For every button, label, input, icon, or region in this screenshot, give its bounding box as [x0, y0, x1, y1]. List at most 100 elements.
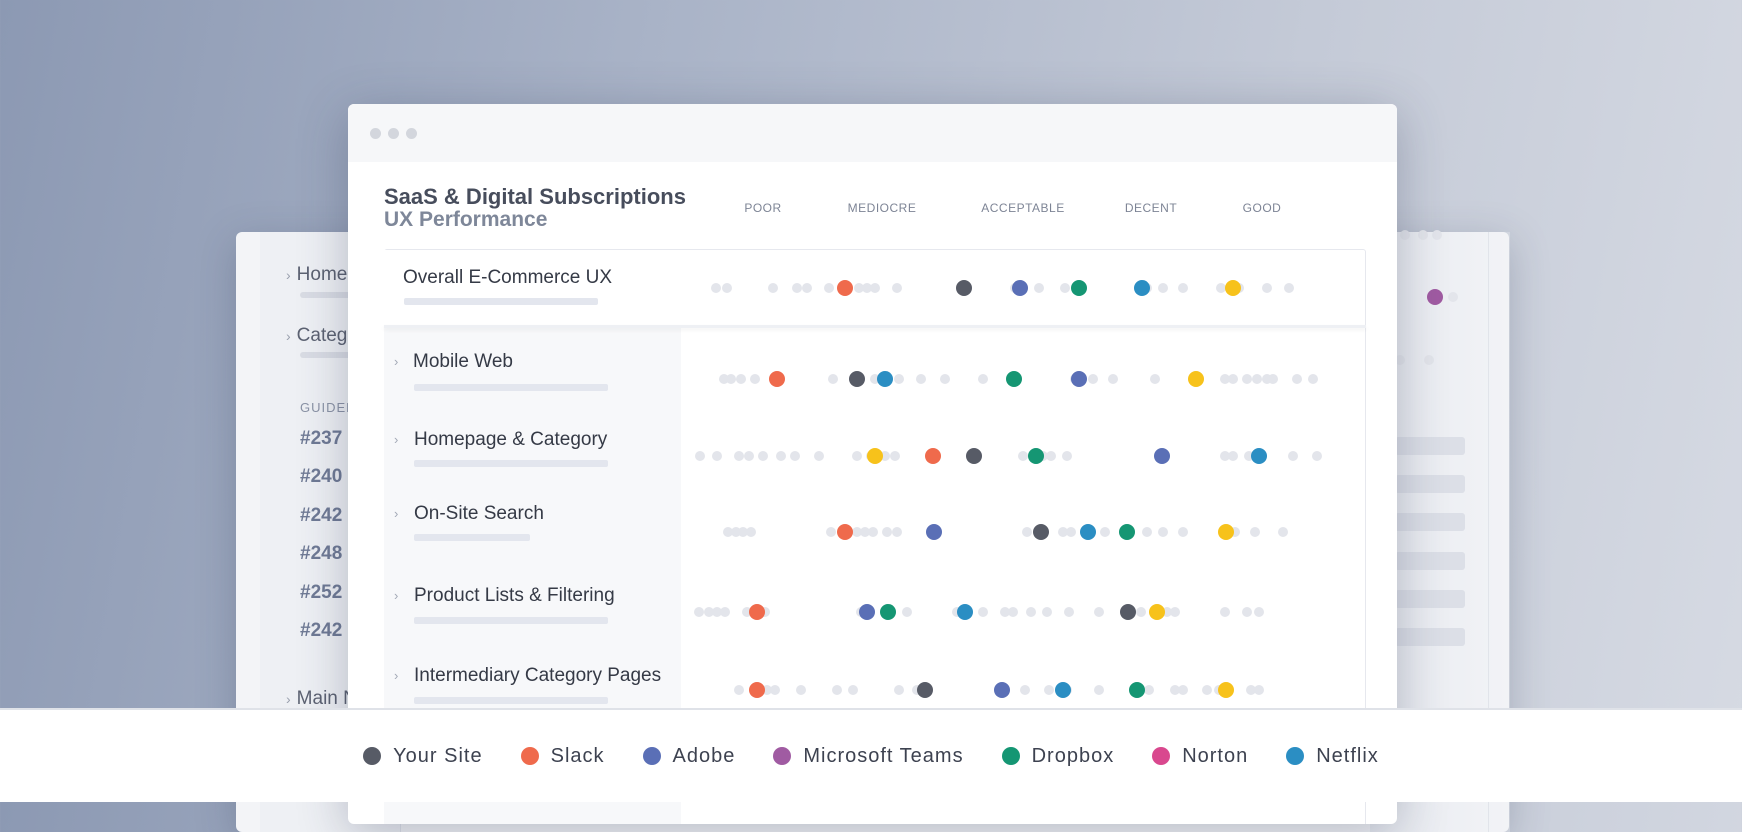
chevron-right-icon[interactable]: › — [394, 588, 398, 603]
benchmark-dot — [1066, 527, 1076, 537]
chevron-right-icon[interactable]: › — [394, 432, 398, 447]
scale-label-acceptable: ACCEPTABLE — [981, 201, 1065, 215]
benchmark-dot — [1060, 283, 1070, 293]
benchmark-dot — [1178, 283, 1188, 293]
legend-label: Microsoft Teams — [803, 744, 964, 767]
benchmark-dot — [712, 451, 722, 461]
row-label-product-lists[interactable]: Product Lists & Filtering — [414, 585, 615, 607]
window-close-dot[interactable] — [370, 128, 381, 139]
chevron-right-icon[interactable]: › — [394, 668, 398, 683]
back-guideline-link[interactable]: #242 — [300, 505, 342, 527]
benchmark-dot — [1262, 283, 1272, 293]
benchmark-dot — [726, 374, 736, 384]
other-dot — [867, 448, 883, 464]
benchmark-dot — [722, 283, 732, 293]
row-score-bar — [414, 617, 608, 624]
adobe-dot — [1154, 448, 1170, 464]
back-guideline-link[interactable]: #252 — [300, 582, 342, 604]
legend-item-adobe: Adobe — [642, 745, 736, 768]
benchmark-dot — [1268, 374, 1278, 384]
row-label-intermediary-category[interactable]: Intermediary Category Pages — [414, 665, 661, 687]
window-minimize-dot[interactable] — [388, 128, 399, 139]
chevron-right-icon[interactable]: › — [394, 354, 398, 369]
back-guideline-link[interactable]: #248 — [300, 543, 342, 565]
benchmark-dot — [1034, 283, 1044, 293]
benchmark-dot — [1284, 283, 1294, 293]
benchmark-dot — [1228, 374, 1238, 384]
chevron-right-icon: › — [286, 328, 291, 344]
benchmark-dot — [1158, 527, 1168, 537]
back-guideline-link[interactable]: #240 — [300, 466, 342, 488]
benchmark-dot — [1142, 527, 1152, 537]
benchmark-dot — [1278, 527, 1288, 537]
back-guideline-link[interactable]: #242 — [300, 620, 342, 642]
row-score-bar — [414, 384, 608, 391]
slack-dot — [769, 371, 785, 387]
benchmark-dot — [940, 374, 950, 384]
row-label-mobile-web[interactable]: Mobile Web — [413, 351, 513, 373]
benchmark-dot — [711, 283, 721, 293]
back-nav-item-category[interactable]: › Categ — [286, 325, 347, 347]
row-label-homepage-category[interactable]: Homepage & Category — [414, 429, 607, 451]
benchmark-dot — [1178, 685, 1188, 695]
back-row-bar — [1395, 475, 1465, 493]
window-maximize-dot[interactable] — [406, 128, 417, 139]
benchmark-dot — [1242, 607, 1252, 617]
benchmark-dot — [736, 374, 746, 384]
back-row-bar — [1395, 513, 1465, 531]
legend-swatch — [1152, 747, 1171, 765]
benchmark-dot — [1202, 685, 1212, 695]
adobe-dot — [1071, 371, 1087, 387]
benchmark-dot — [832, 685, 842, 695]
legend-label: Dropbox — [1031, 744, 1115, 767]
benchmark-dot — [1022, 527, 1032, 537]
back-nav-item-main[interactable]: › Main N — [286, 688, 357, 710]
benchmark-dot — [892, 527, 902, 537]
adobe-dot — [1012, 280, 1028, 296]
back-nav-item-home[interactable]: › Home — [286, 264, 347, 286]
chevron-right-icon[interactable]: › — [394, 506, 398, 521]
benchmark-dot — [1064, 607, 1074, 617]
benchmark-dot — [824, 283, 834, 293]
benchmark-dot — [916, 374, 926, 384]
legend-item-dropbox: Dropbox — [1001, 744, 1115, 768]
benchmark-dot — [892, 283, 902, 293]
your-site-dot — [917, 682, 933, 698]
benchmark-dot — [1026, 607, 1036, 617]
dropbox-dot — [880, 604, 896, 620]
legend-item-microsoft-teams: Microsoft Teams — [773, 745, 963, 768]
benchmark-dot — [826, 527, 836, 537]
benchmark-dot — [776, 451, 786, 461]
window-titlebar — [348, 104, 1397, 162]
benchmark-dot — [1292, 374, 1302, 384]
row-label-on-site-search[interactable]: On-Site Search — [414, 503, 544, 525]
benchmark-dot — [790, 451, 800, 461]
benchmark-dot — [1094, 607, 1104, 617]
benchmark-dot — [894, 685, 904, 695]
benchmark-dot — [744, 451, 754, 461]
benchmark-dot — [802, 283, 812, 293]
dropbox-dot — [1028, 448, 1044, 464]
row-score-bar — [414, 460, 608, 467]
chevron-right-icon: › — [286, 267, 291, 283]
netflix-dot — [1251, 448, 1267, 464]
row-score-bar — [404, 298, 598, 305]
back-guideline-link[interactable]: #237 — [300, 428, 342, 450]
benchmark-dot — [1250, 527, 1260, 537]
back-dot — [1400, 230, 1410, 240]
benchmark-dot — [1254, 685, 1264, 695]
netflix-dot — [1080, 524, 1096, 540]
legend-item-slack: Slack — [520, 745, 605, 768]
back-row-bar — [1395, 552, 1465, 570]
legend-swatch — [1001, 747, 1020, 765]
slack-dot — [837, 280, 853, 296]
dropbox-dot — [1119, 524, 1135, 540]
benchmark-dot — [1044, 685, 1054, 695]
benchmark-dot — [796, 685, 806, 695]
dropbox-dot — [1071, 280, 1087, 296]
row-score-bar — [414, 534, 530, 541]
benchmark-dot — [1150, 374, 1160, 384]
row-score-bar — [414, 697, 608, 704]
benchmark-dot — [1018, 451, 1028, 461]
back-guidelines-label: GUIDEL — [300, 400, 355, 415]
